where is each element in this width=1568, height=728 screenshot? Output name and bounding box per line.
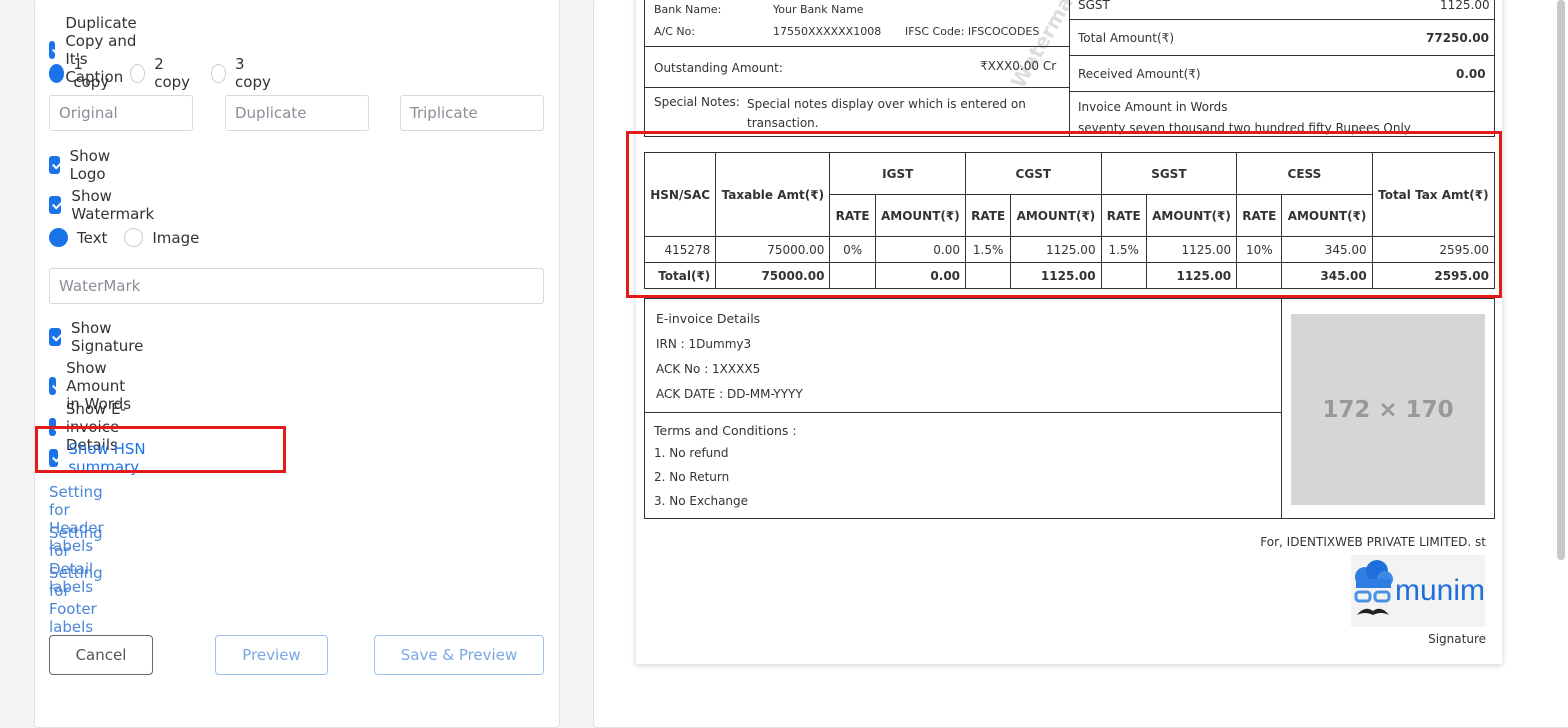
radio-image[interactable]: Image [124,228,199,247]
show-signature-checkbox[interactable]: Show Signature [49,319,149,355]
signature-label: Signature [1428,632,1486,646]
copies-radio-group: 1 copy 2 copy 3 copy [49,55,291,91]
notes-label: Special Notes: [654,95,740,109]
hsn-highlight-box [626,131,1502,298]
qr-placeholder-image: 172 × 170 [1291,314,1485,505]
watermark-input[interactable]: WaterMark [49,268,544,304]
munim-logo: munim [1351,555,1485,627]
radio-text[interactable]: Text [49,228,107,247]
show-logo-checkbox[interactable]: Show Logo [49,147,117,183]
highlight-box [35,426,286,473]
label: Show Watermark [71,187,155,223]
logo-mascot-icon [1354,560,1393,615]
notes-text: Special notes display over which is ente… [747,97,1026,130]
ac-label: A/C No: [654,25,696,38]
ack-no: ACK No : 1XXXX5 [656,362,761,376]
irn: IRN : 1Dummy3 [656,337,752,351]
ifsc-code: IFSC Code: IFSCOCODES [905,25,1040,38]
label: 1 copy [73,55,110,91]
radio-1-copy[interactable]: 1 copy [49,55,113,91]
term-item: 3. No Exchange [654,494,749,508]
label: 3 copy [235,55,271,91]
cancel-button[interactable]: Cancel [49,635,153,675]
sgst-label: SGST [1078,0,1110,12]
save-preview-button[interactable]: Save & Preview [374,635,544,675]
scrollbar[interactable] [1557,0,1565,560]
label: Text [77,228,108,247]
outstanding-label: Outstanding Amount: [654,61,783,75]
label: Show Signature [71,319,144,355]
term-item: 2. No Return [654,470,730,484]
watermark-type-group: Text Image [49,228,216,247]
label: Show Logo [69,147,111,183]
total-amount: 77250.00 [1426,31,1490,45]
preview-button[interactable]: Preview [215,635,328,675]
triplicate-caption-input[interactable]: Triplicate [400,95,544,131]
label: 2 copy [154,55,191,91]
total-label: Total Amount(₹) [1078,31,1174,45]
show-watermark-checkbox[interactable]: Show Watermark [49,187,160,223]
footer-labels-link[interactable]: Setting for Footer labels [49,564,103,636]
sgst-amount: 1125.00 [1440,0,1490,12]
bank-name: Your Bank Name [773,3,864,16]
einvoice-title: E-invoice Details [656,311,761,326]
bank-name-label: Bank Name: [654,3,722,16]
radio-3-copy[interactable]: 3 copy [210,55,275,91]
outstanding-amount: ₹XXX0.00 Cr [980,59,1057,73]
term-item: 1. No refund [654,446,729,460]
words-label: Invoice Amount in Words [1078,100,1228,114]
terms-title: Terms and Conditions : [654,423,797,438]
company-name: For, IDENTIXWEB PRIVATE LIMITED. st [1260,535,1486,549]
ack-date: ACK DATE : DD-MM-YYYY [656,387,803,401]
ac-number: 17550XXXXXX1008 [773,25,882,38]
received-amount: 0.00 [1456,67,1486,81]
label: Image [152,228,200,247]
duplicate-caption-input[interactable]: Duplicate [225,95,369,131]
received-label: Received Amount(₹) [1078,67,1201,81]
logo-text: munim [1394,574,1485,607]
radio-2-copy[interactable]: 2 copy [129,55,194,91]
original-caption-input[interactable]: Original [49,95,193,131]
